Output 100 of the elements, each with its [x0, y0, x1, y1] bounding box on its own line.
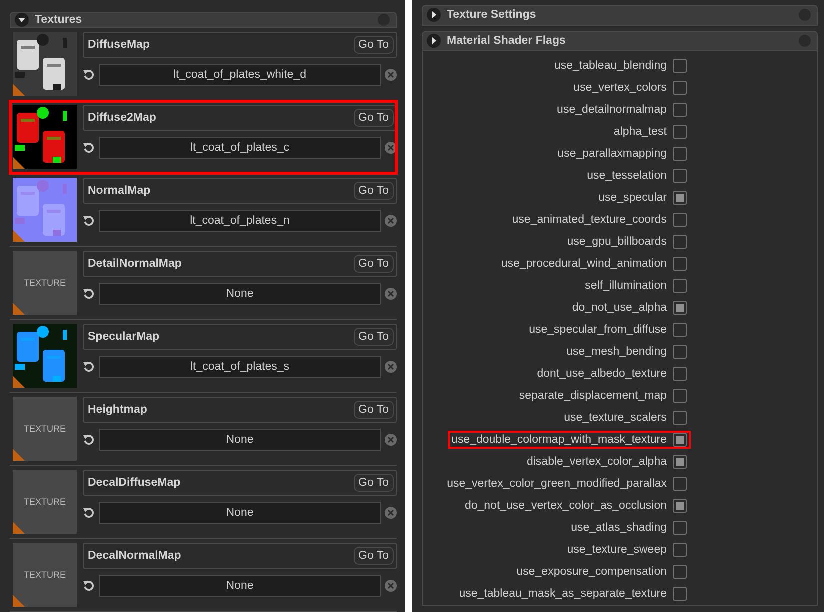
- reset-icon[interactable]: [83, 580, 95, 592]
- flag-label: do_not_use_alpha: [572, 302, 667, 314]
- clear-icon[interactable]: [385, 507, 397, 519]
- slot-name: Heightmap: [88, 404, 148, 416]
- panel-header[interactable]: Textures: [10, 12, 397, 28]
- clear-icon[interactable]: [385, 361, 397, 373]
- checkbox[interactable]: [673, 257, 687, 271]
- slot-name: DecalNormalMap: [88, 550, 182, 562]
- slot-name: DecalDiffuseMap: [88, 477, 182, 489]
- flag-label: use_detailnormalmap: [557, 104, 667, 116]
- flag-label: use_vertex_colors: [574, 82, 667, 94]
- go-to-button[interactable]: Go To: [354, 36, 394, 54]
- checkbox[interactable]: [673, 389, 687, 403]
- checkbox[interactable]: [673, 345, 687, 359]
- checkbox[interactable]: [673, 543, 687, 557]
- go-to-button[interactable]: Go To: [354, 547, 394, 565]
- slot-name: DetailNormalMap: [88, 258, 183, 270]
- flag-label: use_specular_from_diffuse: [529, 324, 667, 336]
- checkbox[interactable]: [673, 125, 687, 139]
- go-to-button[interactable]: Go To: [354, 109, 394, 127]
- checkbox[interactable]: [673, 411, 687, 425]
- clear-icon[interactable]: [385, 288, 397, 300]
- checkbox[interactable]: [673, 433, 687, 447]
- slot-name: Diffuse2Map: [88, 112, 158, 124]
- texture-field[interactable]: None: [99, 575, 381, 597]
- section-title: Texture Settings: [447, 9, 538, 22]
- checkbox[interactable]: [673, 323, 687, 337]
- corner-marker-icon: [13, 157, 25, 169]
- reset-icon[interactable]: [83, 361, 95, 373]
- flag-label: use_tesselation: [587, 170, 667, 182]
- corner-marker-icon: [13, 230, 25, 242]
- clear-icon[interactable]: [385, 434, 397, 446]
- texture-field[interactable]: lt_coat_of_plates_n: [99, 210, 381, 232]
- panel-title: Textures: [35, 14, 84, 26]
- flag-label: separate_displacement_map: [519, 390, 667, 402]
- checkbox[interactable]: [673, 477, 687, 491]
- checkbox[interactable]: [673, 169, 687, 183]
- reset-icon[interactable]: [83, 215, 95, 227]
- slot-name: SpecularMap: [88, 331, 161, 343]
- reset-icon[interactable]: [83, 507, 95, 519]
- reset-icon[interactable]: [83, 288, 95, 300]
- checkbox[interactable]: [673, 587, 687, 601]
- texture-field[interactable]: lt_coat_of_plates_white_d: [99, 64, 381, 86]
- placeholder-label: TEXTURE: [24, 570, 66, 580]
- checkbox[interactable]: [673, 367, 687, 381]
- checkbox[interactable]: [673, 565, 687, 579]
- corner-marker-icon: [13, 522, 25, 534]
- corner-marker-icon: [13, 449, 25, 461]
- checkbox[interactable]: [673, 147, 687, 161]
- checkbox[interactable]: [673, 235, 687, 249]
- flag-label: use_texture_sweep: [567, 544, 667, 556]
- checkbox[interactable]: [673, 213, 687, 227]
- clear-icon[interactable]: [385, 69, 397, 81]
- go-to-button[interactable]: Go To: [354, 255, 394, 273]
- slot-name: NormalMap: [88, 185, 152, 197]
- flag-label: use_procedural_wind_animation: [501, 258, 667, 270]
- go-to-button[interactable]: Go To: [354, 182, 394, 200]
- flag-label: use_mesh_bending: [566, 346, 667, 358]
- checkbox[interactable]: [673, 191, 687, 205]
- texture-field[interactable]: lt_coat_of_plates_s: [99, 356, 381, 378]
- collapse-toggle-icon[interactable]: [427, 8, 441, 22]
- flag-label: use_animated_texture_coords: [512, 214, 667, 226]
- clear-icon[interactable]: [385, 580, 397, 592]
- clear-icon[interactable]: [385, 142, 397, 154]
- flag-label: use_parallaxmapping: [558, 148, 667, 160]
- placeholder-label: TEXTURE: [24, 497, 66, 507]
- reset-icon[interactable]: [83, 69, 95, 81]
- checkbox[interactable]: [673, 499, 687, 513]
- reset-icon[interactable]: [83, 434, 95, 446]
- checkbox[interactable]: [673, 59, 687, 73]
- flag-label: use_tableau_blending: [554, 60, 667, 72]
- flag-label: use_double_colormap_with_mask_texture: [452, 434, 667, 446]
- flag-label: use_texture_scalers: [564, 412, 667, 424]
- flag-label: disable_vertex_color_alpha: [526, 456, 667, 468]
- texture-field[interactable]: None: [99, 502, 381, 524]
- texture-field[interactable]: lt_coat_of_plates_c: [99, 137, 381, 159]
- flag-label: alpha_test: [614, 126, 667, 138]
- checkbox[interactable]: [673, 279, 687, 293]
- clear-icon[interactable]: [385, 215, 397, 227]
- texture-field[interactable]: None: [99, 283, 381, 305]
- section-header[interactable]: Material Shader Flags: [422, 30, 818, 51]
- status-dot: [378, 14, 390, 26]
- go-to-button[interactable]: Go To: [354, 401, 394, 419]
- checkbox[interactable]: [673, 103, 687, 117]
- corner-marker-icon: [13, 303, 25, 315]
- placeholder-label: TEXTURE: [24, 424, 66, 434]
- checkbox[interactable]: [673, 301, 687, 315]
- go-to-button[interactable]: Go To: [354, 328, 394, 346]
- collapse-toggle-icon[interactable]: [15, 13, 29, 27]
- collapse-toggle-icon[interactable]: [427, 34, 441, 48]
- texture-field[interactable]: None: [99, 429, 381, 451]
- checkbox[interactable]: [673, 521, 687, 535]
- section-header[interactable]: Texture Settings: [422, 5, 818, 26]
- checkbox[interactable]: [673, 455, 687, 469]
- corner-marker-icon: [13, 595, 25, 607]
- checkbox[interactable]: [673, 81, 687, 95]
- reset-icon[interactable]: [83, 142, 95, 154]
- flag-label: use_specular: [598, 192, 667, 204]
- slot-name: DiffuseMap: [88, 39, 151, 51]
- go-to-button[interactable]: Go To: [354, 474, 394, 492]
